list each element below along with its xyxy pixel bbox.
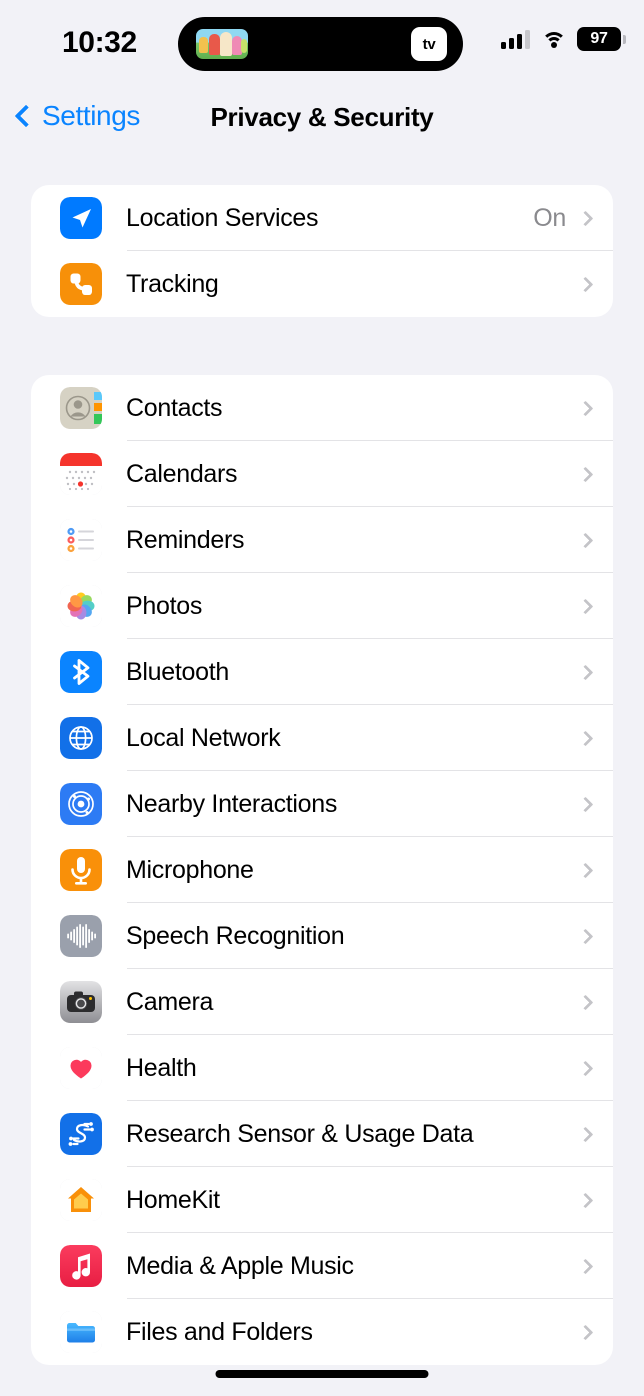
iphone-screen: 10:32 tv 97 Settings Privacy & Security … [0, 0, 644, 1396]
settings-row[interactable]: Tracking [31, 251, 613, 317]
settings-row-label: Microphone [126, 855, 254, 884]
settings-row[interactable]: Media & Apple Music [31, 1233, 613, 1299]
settings-row[interactable]: HomeKit [31, 1167, 613, 1233]
settings-row[interactable]: Location Services On [31, 185, 613, 251]
chevron-right-icon [577, 466, 594, 482]
tracking-icon [60, 263, 102, 305]
settings-row-label: Location Services [126, 203, 319, 232]
radar-icon [60, 783, 102, 825]
settings-row[interactable]: Calendars [31, 441, 613, 507]
status-bar-clock: 10:32 [62, 26, 137, 59]
chevron-right-icon [577, 994, 594, 1010]
wifi-icon [541, 30, 566, 49]
settings-row-label: Research Sensor & Usage Data [126, 1119, 474, 1148]
chevron-right-icon [577, 532, 594, 548]
reminders-icon [60, 519, 102, 561]
status-bar-indicators: 97 [501, 27, 626, 51]
folder-icon [60, 1311, 102, 1353]
photos-icon [60, 585, 102, 627]
settings-row[interactable]: Photos [31, 573, 613, 639]
apple-tv-badge-icon[interactable]: tv [411, 27, 447, 61]
home-icon [60, 1179, 102, 1221]
settings-row-value: On [533, 203, 566, 232]
chevron-right-icon [577, 210, 594, 226]
calendar-icon [60, 453, 102, 495]
location-section: Location Services On Tracking [31, 185, 613, 317]
chevron-right-icon [577, 928, 594, 944]
globe-icon [60, 717, 102, 759]
settings-row[interactable]: Speech Recognition [31, 903, 613, 969]
apple-tv-badge-label: tv [422, 35, 436, 53]
app-permissions-section: Contacts Calendars Reminders Photos Bluetoot… [31, 375, 613, 1365]
settings-row-label: Nearby Interactions [126, 789, 338, 818]
settings-row-label: Calendars [126, 459, 238, 488]
settings-row-label: Reminders [126, 525, 245, 554]
chevron-right-icon [577, 1258, 594, 1274]
settings-row-label: Contacts [126, 393, 223, 422]
settings-row-label: HomeKit [126, 1185, 220, 1214]
settings-row[interactable]: Contacts [31, 375, 613, 441]
heart-icon [60, 1047, 102, 1089]
microphone-icon [60, 849, 102, 891]
battery-percent-label: 97 [577, 27, 621, 51]
settings-row-label: Media & Apple Music [126, 1251, 354, 1280]
settings-row[interactable]: Microphone [31, 837, 613, 903]
settings-row[interactable]: Research Sensor & Usage Data [31, 1101, 613, 1167]
settings-row[interactable]: Files and Folders [31, 1299, 613, 1365]
settings-row-label: Local Network [126, 723, 281, 752]
settings-row-label: Files and Folders [126, 1317, 313, 1346]
home-indicator[interactable] [215, 1370, 429, 1378]
media-thumbnail [196, 29, 248, 59]
battery-cap [623, 34, 626, 44]
spacer-top [0, 152, 644, 185]
settings-row-label: Photos [126, 591, 203, 620]
settings-row[interactable]: Health [31, 1035, 613, 1101]
chevron-right-icon [577, 664, 594, 680]
waveform-icon [60, 915, 102, 957]
settings-row[interactable]: Local Network [31, 705, 613, 771]
chevron-right-icon [577, 730, 594, 746]
chevron-right-icon [577, 1060, 594, 1076]
status-bar: 10:32 tv 97 [0, 0, 644, 88]
settings-row[interactable]: Nearby Interactions [31, 771, 613, 837]
battery-icon: 97 [577, 27, 626, 51]
settings-row-label: Speech Recognition [126, 921, 345, 950]
settings-row-label: Camera [126, 987, 214, 1016]
chevron-right-icon [577, 862, 594, 878]
navigation-bar: Settings Privacy & Security [0, 88, 644, 152]
chevron-right-icon [577, 276, 594, 292]
page-title: Privacy & Security [210, 102, 434, 132]
camera-icon [60, 981, 102, 1023]
settings-row[interactable]: Reminders [31, 507, 613, 573]
location-arrow-icon [60, 197, 102, 239]
chevron-right-icon [577, 1192, 594, 1208]
settings-row-label: Tracking [126, 269, 219, 298]
settings-row[interactable]: Camera [31, 969, 613, 1035]
chevron-right-icon [577, 1324, 594, 1340]
settings-row[interactable]: Bluetooth [31, 639, 613, 705]
settings-row-label: Health [126, 1053, 197, 1082]
dynamic-island[interactable]: tv [178, 17, 463, 71]
contacts-icon [60, 387, 102, 429]
signal-bars-icon [501, 29, 530, 49]
chevron-right-icon [577, 1126, 594, 1142]
chevron-right-icon [577, 400, 594, 416]
chevron-right-icon [577, 598, 594, 614]
bluetooth-icon [60, 651, 102, 693]
settings-row-label: Bluetooth [126, 657, 229, 686]
chevron-right-icon [577, 796, 594, 812]
research-sensor-icon [60, 1113, 102, 1155]
music-note-icon [60, 1245, 102, 1287]
